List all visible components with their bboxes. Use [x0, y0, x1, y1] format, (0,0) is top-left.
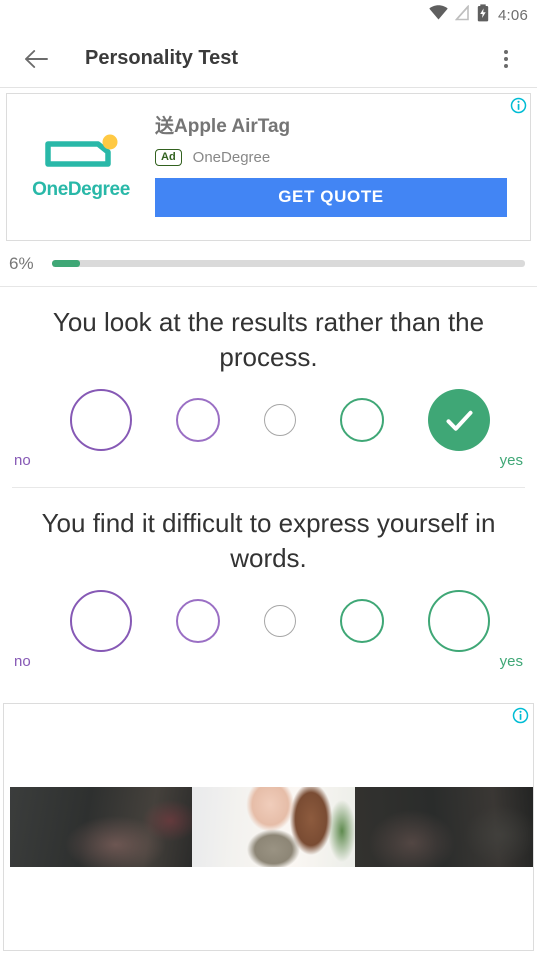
ad-headline: 送Apple AirTag	[155, 116, 291, 137]
bottom-ad-image-pane	[10, 787, 192, 867]
advertiser-logo-text: OneDegree	[32, 179, 130, 200]
more-vertical-icon-dot	[504, 49, 508, 54]
bottom-ad-banner[interactable]	[3, 703, 534, 951]
answer-option-strongly-agree-selected[interactable]	[428, 389, 490, 452]
ad-advertiser-name: OneDegree	[192, 148, 271, 166]
battery-charging-icon	[477, 3, 489, 27]
question-text: You find it difficult to express yoursel…	[41, 508, 496, 573]
answer-option-strongly-disagree[interactable]	[70, 590, 132, 653]
question-block: You look at the results rather than the …	[0, 287, 537, 469]
answer-option-neutral[interactable]	[264, 605, 296, 638]
answer-option-agree[interactable]	[340, 599, 384, 644]
top-ad-banner[interactable]: OneDegree 送Apple AirTag Ad OneDegree GET…	[6, 93, 531, 241]
back-button[interactable]	[20, 42, 54, 76]
question-list: You look at the results rather than the …	[0, 287, 537, 670]
signal-off-icon	[454, 3, 470, 26]
answer-option-disagree[interactable]	[176, 398, 220, 443]
ad-info-icon[interactable]	[512, 707, 529, 724]
question-block: You find it difficult to express yoursel…	[0, 488, 537, 670]
get-quote-button[interactable]: GET QUOTE	[155, 177, 507, 217]
answer-option-strongly-agree[interactable]	[428, 590, 490, 653]
page-title: Personality Test	[85, 47, 239, 69]
answer-option-neutral[interactable]	[264, 404, 296, 437]
onedegree-logo-icon	[45, 134, 118, 167]
wifi-icon	[429, 5, 448, 25]
bottom-ad-image-pane	[355, 787, 533, 867]
ad-badge: Ad	[155, 148, 182, 166]
bottom-ad-image-pane	[192, 787, 355, 867]
arrow-left-icon	[25, 49, 48, 68]
bottom-ad-image	[10, 787, 533, 867]
more-vertical-icon-dot	[504, 56, 508, 61]
ad-attribution-row: Ad OneDegree	[155, 148, 507, 166]
status-bar-clock: 4:06	[498, 6, 528, 24]
answer-option-agree[interactable]	[340, 398, 384, 443]
progress-bar	[52, 260, 525, 267]
more-vertical-icon-dot	[504, 63, 508, 68]
progress-percent-label: 6%	[9, 253, 34, 273]
app-bar: Personality Test	[0, 30, 537, 88]
progress-row: 6%	[0, 241, 537, 287]
answer-scale	[12, 384, 525, 456]
advertiser-logo: OneDegree	[7, 133, 155, 201]
answer-option-strongly-disagree[interactable]	[70, 389, 132, 452]
status-bar: 4:06	[0, 0, 537, 30]
question-text: You look at the results rather than the …	[52, 307, 485, 372]
answer-scale	[12, 585, 525, 657]
overflow-menu-button[interactable]	[489, 42, 523, 76]
ad-info-icon[interactable]	[510, 97, 527, 114]
answer-option-disagree[interactable]	[176, 599, 220, 644]
check-icon	[446, 410, 472, 431]
ad-body: 送Apple AirTag Ad OneDegree GET QUOTE	[155, 116, 530, 217]
progress-bar-fill	[52, 260, 81, 267]
